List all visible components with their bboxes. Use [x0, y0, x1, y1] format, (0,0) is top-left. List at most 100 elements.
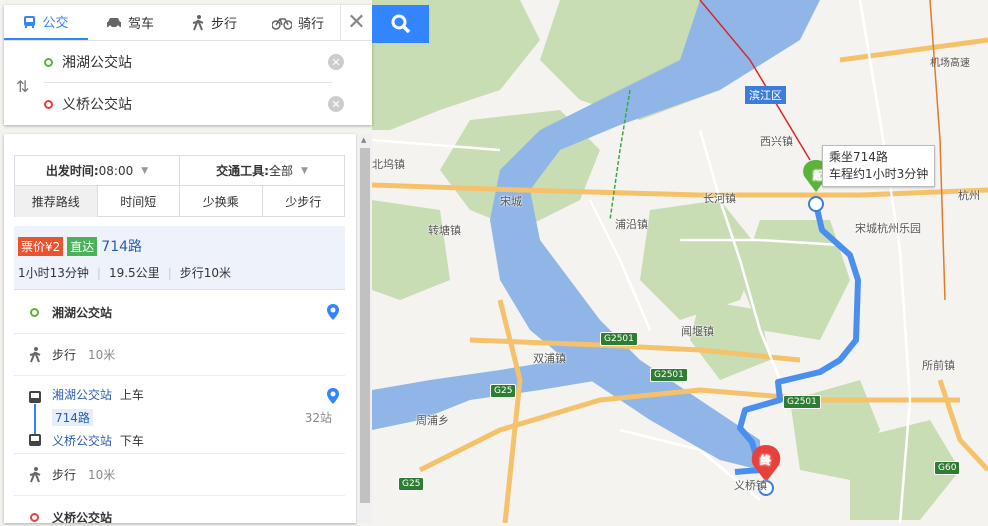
start-dot-icon	[44, 57, 53, 67]
step-end-stop: 义桥公交站	[52, 510, 113, 524]
route-walk: 步行10米	[179, 266, 232, 280]
option-recommended[interactable]: 推荐路线	[15, 186, 97, 217]
route-steps: 湘湖公交站 步行 10米 湘湖公交站 上车 714路 32站 义桥公交站 下车	[14, 292, 345, 523]
end-dot-icon	[44, 99, 53, 109]
direct-tag: 直达	[67, 236, 98, 256]
end-input[interactable]: 义桥公交站 ✕	[44, 86, 344, 122]
step-walk: 步行 10米	[14, 454, 345, 496]
tab-label: 公交	[42, 16, 69, 31]
map-label: 周浦乡	[416, 414, 449, 427]
map-label: 浦沿镇	[615, 218, 648, 231]
map-label: 北坞镇	[372, 158, 405, 171]
walk-icon	[192, 14, 204, 30]
chevron-down-icon: ▼	[141, 165, 149, 176]
end-dot-icon	[30, 512, 39, 522]
route-callout: 乘坐714路 车程约1小时3分钟	[822, 145, 936, 187]
car-icon	[106, 18, 121, 29]
step-start-stop: 湘湖公交站	[52, 306, 113, 320]
separator: |	[96, 265, 101, 280]
tab-drive[interactable]: 驾车	[88, 5, 172, 40]
step-start[interactable]: 湘湖公交站	[14, 292, 345, 334]
transport-select[interactable]: 交通工具: 全部 ▼	[179, 156, 344, 185]
road-shield: G2501	[783, 395, 821, 409]
start-input[interactable]: 湘湖公交站 ✕	[44, 44, 344, 80]
scrollbar-thumb[interactable]	[360, 148, 370, 503]
start-input-value: 湘湖公交站	[62, 55, 132, 71]
location-pin-icon[interactable]	[327, 304, 339, 320]
start-dot-icon	[30, 308, 39, 317]
map-label: 双浦镇	[533, 352, 566, 365]
chevron-down-icon: ▼	[300, 165, 308, 176]
map-label: 义桥镇	[734, 479, 767, 492]
bus-line-tag[interactable]: 714路	[52, 409, 93, 426]
scroll-up-icon[interactable]: ▲	[361, 136, 366, 144]
route-distance: 19.5公里	[108, 266, 160, 280]
divider	[44, 82, 332, 83]
callout-line1: 乘坐714路	[829, 150, 888, 164]
route-search-box: 公交 驾车 步行 骑行 ✕ ⇅ 湘湖公交站 ✕ 义桥公交站 ✕	[4, 5, 372, 125]
route-result-panel: 出发时间: 08:00 ▼ 交通工具: 全部 ▼ 推荐路线 时间短 少换乘 少步…	[4, 134, 356, 523]
road-shield: G2501	[650, 368, 688, 382]
close-icon[interactable]: ✕	[340, 5, 372, 40]
route-duration: 1小时13分钟	[18, 266, 89, 280]
tab-label: 步行	[210, 17, 237, 32]
search-icon	[391, 14, 410, 34]
end-input-value: 义桥公交站	[62, 97, 132, 113]
swap-direction-icon[interactable]: ⇅	[16, 77, 29, 96]
map-label: 宋城	[500, 195, 522, 208]
search-button[interactable]	[372, 5, 429, 43]
alight-action: 下车	[119, 434, 144, 448]
highway-label: 机场高速	[930, 58, 970, 69]
step-end[interactable]: 义桥公交站	[14, 496, 345, 523]
route-line-name: 714路	[101, 239, 143, 255]
walk-distance: 10米	[88, 468, 116, 482]
location-pin-icon[interactable]	[327, 388, 339, 404]
depart-value: 08:00	[98, 163, 134, 178]
depart-label: 出发时间:	[45, 164, 99, 178]
walk-label: 步行	[52, 348, 77, 362]
map-label: 闻堰镇	[681, 325, 714, 338]
map-label: 所前镇	[922, 359, 955, 372]
option-less-walking[interactable]: 少步行	[261, 186, 345, 217]
road-shield: G2501	[600, 332, 638, 346]
mode-tabs: 公交 驾车 步行 骑行 ✕	[4, 5, 372, 41]
transport-label: 交通工具:	[216, 164, 269, 178]
bus-icon	[24, 15, 36, 28]
clear-end-icon[interactable]: ✕	[328, 96, 344, 112]
stop-count: 32站	[304, 411, 332, 425]
map-label: 西兴镇	[760, 135, 793, 148]
callout-line2: 车程约1小时3分钟	[829, 167, 929, 181]
clear-start-icon[interactable]: ✕	[328, 54, 344, 70]
road-shield: G60	[934, 461, 961, 475]
walk-distance: 10米	[88, 348, 116, 362]
board-stop[interactable]: 湘湖公交站	[52, 388, 112, 402]
map-label: 宋城杭州乐园	[855, 222, 921, 235]
bike-icon	[271, 17, 292, 30]
transport-value: 全部	[268, 164, 293, 178]
option-fewer-transfers[interactable]: 少换乘	[179, 186, 262, 217]
walk-icon	[29, 466, 41, 482]
bus-icon	[29, 391, 41, 446]
road-shield: G25	[398, 477, 425, 491]
route-filters: 出发时间: 08:00 ▼ 交通工具: 全部 ▼ 推荐路线 时间短 少换乘 少步…	[14, 155, 345, 217]
district-label: 滨江区	[745, 86, 786, 104]
alight-stop[interactable]: 义桥公交站	[52, 434, 112, 448]
step-bus[interactable]: 湘湖公交站 上车 714路 32站 义桥公交站 下车	[14, 376, 345, 454]
route-summary[interactable]: 票价¥2 直达 714路 1小时13分钟 | 19.5公里 | 步行10米	[14, 226, 345, 290]
map-label: 杭州	[958, 189, 980, 202]
map-label: 长河镇	[703, 192, 736, 205]
tab-bus[interactable]: 公交	[4, 5, 88, 40]
map-label: 转塘镇	[428, 224, 461, 237]
board-action: 上车	[119, 388, 144, 402]
separator: |	[167, 265, 172, 280]
panel-scrollbar[interactable]: ▲	[356, 134, 372, 523]
depart-time-select[interactable]: 出发时间: 08:00 ▼	[15, 156, 179, 185]
road-shield: G25	[490, 384, 517, 398]
tab-bike[interactable]: 骑行	[256, 5, 340, 40]
walk-label: 步行	[52, 468, 77, 482]
fare-tag: 票价¥2	[18, 236, 64, 256]
option-fastest[interactable]: 时间短	[96, 186, 180, 217]
tab-walk[interactable]: 步行	[172, 5, 256, 40]
tab-label: 驾车	[127, 17, 154, 32]
walk-icon	[29, 346, 41, 362]
